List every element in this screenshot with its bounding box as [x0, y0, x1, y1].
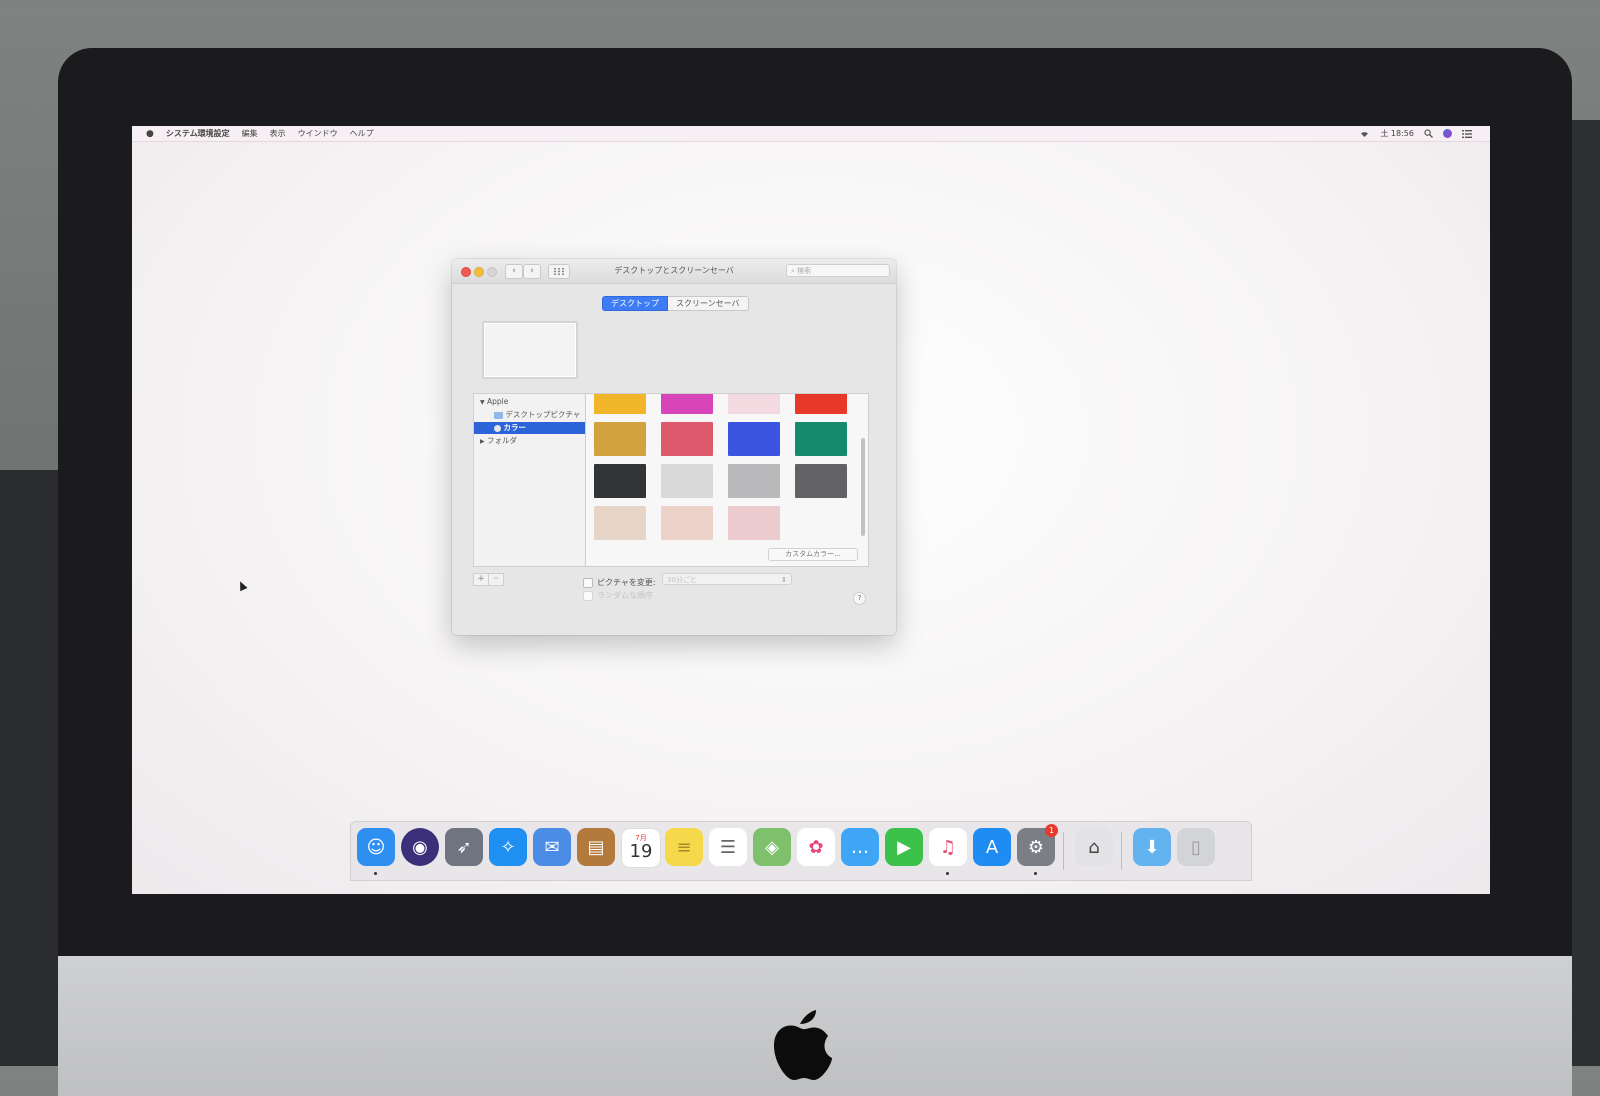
color-swatch[interactable] [728, 394, 780, 414]
change-picture-row: ピクチャを変更: [583, 577, 656, 588]
menu-clock[interactable]: 土 18:56 [1380, 128, 1414, 139]
apple-menu-icon[interactable]: ● [146, 129, 154, 139]
color-swatch[interactable] [594, 394, 646, 414]
list-item-apple[interactable]: ▼ Apple [474, 396, 586, 408]
list-item-label: デスクトップピクチャ [505, 410, 581, 419]
interval-select[interactable]: 30分ごと ⇕ [662, 573, 792, 585]
maps-icon[interactable]: ◈ [753, 828, 791, 866]
scrollbar-thumb[interactable] [861, 438, 865, 536]
random-order-label: ランダムな順序 [597, 591, 653, 600]
random-order-row: ランダムな順序 [583, 590, 653, 601]
disclosure-collapsed-icon[interactable]: ▶ [480, 438, 485, 445]
mouse-cursor-icon [236, 579, 248, 592]
list-item-label: カラー [503, 423, 526, 432]
utility-icon[interactable]: ⌂ [1075, 828, 1113, 866]
interval-value: 30分ごと [667, 576, 697, 584]
select-arrows-icon: ⇕ [781, 576, 787, 584]
desktop-preview [482, 321, 578, 379]
change-picture-label: ピクチャを変更: [597, 578, 656, 587]
finder-icon[interactable]: ☺ [357, 828, 395, 866]
menu-view[interactable]: 表示 [270, 128, 286, 139]
menu-app-name[interactable]: システム環境設定 [166, 128, 230, 139]
color-swatch[interactable] [594, 464, 646, 498]
downloads-folder-icon[interactable]: ⬇ [1133, 828, 1171, 866]
color-swatch[interactable] [795, 394, 847, 414]
color-wheel-icon [494, 424, 501, 432]
notification-center-icon[interactable] [1462, 129, 1472, 138]
launchpad-icon[interactable]: ➶ [445, 828, 483, 866]
folder-icon [494, 411, 503, 419]
color-swatch[interactable] [661, 464, 713, 498]
notes-icon[interactable]: ≡ [665, 828, 703, 866]
list-item-colors[interactable]: カラー [474, 422, 586, 434]
contacts-icon[interactable]: ▤ [577, 828, 615, 866]
trash-icon[interactable]: ▯ [1177, 828, 1215, 866]
dock: ☺ ◉ ➶ ✧ ✉ ▤ 7月 19 ≡ ☰ ◈ ✿… ▶ ♫ A ⚙ 1 ⌂ ⬇ ▯ [350, 821, 1252, 881]
color-swatch[interactable] [728, 422, 780, 456]
color-swatch[interactable] [795, 464, 847, 498]
running-indicator [946, 872, 949, 875]
spotlight-search-icon[interactable] [1424, 129, 1433, 138]
appstore-icon[interactable]: A [973, 828, 1011, 866]
photos-icon[interactable]: ✿ [797, 828, 835, 866]
color-swatch[interactable] [795, 422, 847, 456]
safari-icon[interactable]: ✧ [489, 828, 527, 866]
add-folder-button[interactable]: + [473, 573, 489, 586]
running-indicator [1034, 872, 1037, 875]
apple-logo-icon [774, 1010, 832, 1080]
color-swatch[interactable] [594, 506, 646, 540]
search-icon: ⌕ [791, 267, 795, 275]
help-button[interactable]: ? [853, 592, 866, 605]
dock-separator [1121, 832, 1122, 870]
source-list: ▼ Apple デスクトップピクチャ カラー ▶ フォルダ [473, 393, 586, 567]
change-picture-checkbox[interactable] [583, 577, 593, 588]
calendar-day: 19 [629, 841, 653, 862]
mail-icon[interactable]: ✉ [533, 828, 571, 866]
custom-color-button[interactable]: カスタムカラー... [768, 548, 858, 561]
itunes-icon[interactable]: ♫ [929, 828, 967, 866]
tab-screensaver[interactable]: スクリーンセーバ [668, 296, 749, 311]
window-titlebar[interactable]: ‹ › デスクトップとスクリーンセーバ ⌕ 検索 [452, 259, 896, 284]
color-grid: カスタムカラー... [585, 393, 869, 567]
tab-bar: デスクトップ スクリーンセーバ [602, 296, 749, 311]
desktop-screen: ● システム環境設定 編集 表示 ウインドウ ヘルプ 土 18:56 ‹ › デ… [132, 126, 1490, 894]
list-item-desktop-pictures[interactable]: デスクトップピクチャ [474, 409, 586, 421]
color-swatch[interactable] [728, 506, 780, 540]
menu-edit[interactable]: 編集 [242, 128, 258, 139]
menu-bar: ● システム環境設定 編集 表示 ウインドウ ヘルプ 土 18:56 [132, 126, 1490, 142]
background-wall [1572, 120, 1600, 1066]
menu-window[interactable]: ウインドウ [298, 128, 338, 139]
color-swatch[interactable] [728, 464, 780, 498]
tab-desktop[interactable]: デスクトップ [602, 296, 668, 311]
random-order-checkbox[interactable] [583, 590, 593, 601]
color-swatch[interactable] [661, 506, 713, 540]
search-placeholder: 検索 [797, 267, 812, 275]
wifi-icon[interactable] [1359, 129, 1370, 138]
calendar-icon[interactable]: 7月 19 [621, 828, 661, 868]
siri-menu-icon[interactable] [1443, 129, 1452, 138]
color-swatch[interactable] [661, 394, 713, 414]
running-indicator [374, 872, 377, 875]
messages-icon[interactable]: … [841, 828, 879, 866]
remove-folder-button[interactable]: − [489, 573, 504, 586]
add-remove-controls: + − [473, 573, 504, 586]
facetime-icon[interactable]: ▶ [885, 828, 923, 866]
notification-badge: 1 [1045, 824, 1058, 837]
list-item-label: フォルダ [487, 436, 518, 445]
list-item-label: Apple [487, 397, 509, 406]
list-item-folders[interactable]: ▶ フォルダ [474, 435, 586, 447]
color-swatch[interactable] [661, 422, 713, 456]
reminders-icon[interactable]: ☰ [709, 828, 747, 866]
disclosure-expanded-icon[interactable]: ▼ [480, 399, 485, 406]
desktop-screensaver-window: ‹ › デスクトップとスクリーンセーバ ⌕ 検索 デスクトップ スクリーンセーバ [452, 259, 896, 635]
menu-help[interactable]: ヘルプ [350, 128, 374, 139]
siri-icon[interactable]: ◉ [401, 828, 439, 866]
color-swatch[interactable] [594, 422, 646, 456]
search-field[interactable]: ⌕ 検索 [786, 264, 890, 277]
dock-separator [1063, 832, 1064, 870]
background-monitor [0, 470, 58, 1066]
